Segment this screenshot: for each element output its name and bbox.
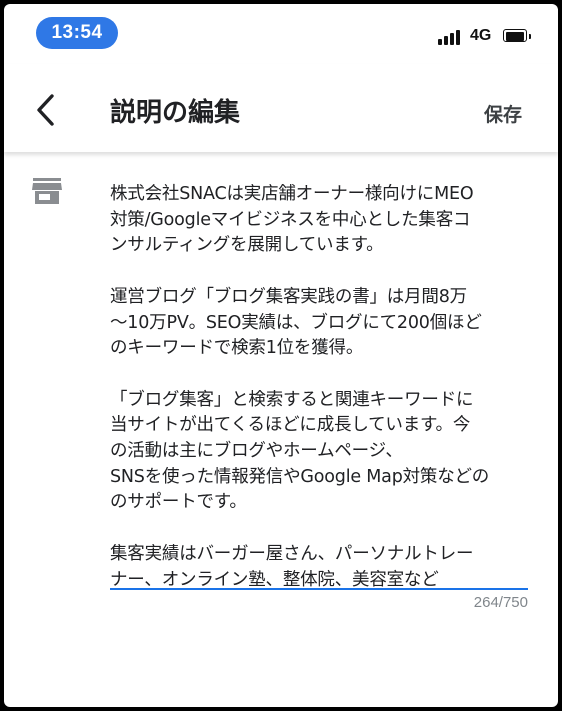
network-type: 4G [470, 27, 492, 44]
app-bar: 説明の編集 保存 [4, 64, 558, 152]
description-line: ナー、オンライン塾、整体院、美容室など [110, 569, 439, 590]
save-button[interactable]: 保存 [484, 100, 522, 127]
description-line: 当サイトが出てくるほどに成長しています。今 [110, 415, 471, 436]
description-line [110, 259, 528, 285]
description-line: のキーワードで検索1位を獲得。 [110, 338, 364, 359]
character-counter: 264/750 [473, 594, 528, 611]
description-line: 〜10万PV。SEO実績は、ブログにて200個ほど [110, 312, 482, 333]
status-time[interactable]: 13:54 [36, 17, 118, 49]
store-icon [32, 178, 62, 204]
description-line [110, 362, 528, 388]
description-textarea[interactable]: 株式会社SNACは実店舗オーナー様向けにMEO 対策/Googleマイビジネスを中… [110, 182, 528, 590]
page-title: 説明の編集 [110, 98, 241, 128]
description-line: 対策/Googleマイビジネスを中心とした集客コ [110, 209, 471, 230]
description-line: のサポートです。 [110, 492, 247, 513]
arrow-back-icon [37, 94, 54, 126]
description-line: SNSを使った情報発信やGoogle Map対策などの [110, 466, 490, 487]
battery-icon [503, 29, 531, 43]
description-line: 運営ブログ「ブログ集客実践の書」は月間8万 [110, 286, 467, 307]
description-line [110, 516, 528, 542]
status-bar: 13:54 4G [4, 4, 558, 64]
back-button[interactable] [26, 90, 66, 130]
description-line: ンサルティングを展開しています。 [110, 235, 384, 256]
cellular-signal-icon [438, 29, 464, 45]
description-text: 株式会社SNACは実店舗オーナー様向けにMEO 対策/Googleマイビジネスを中… [110, 182, 528, 593]
description-line: 集客実績はバーガー屋さん、パーソナルトレー [110, 543, 474, 564]
description-line: 「ブログ集客」と検索すると関連キーワードに [110, 389, 474, 410]
description-line: 株式会社SNACは実店舗オーナー様向けにMEO [110, 184, 474, 204]
description-editor: 株式会社SNACは実店舗オーナー様向けにMEO 対策/Googleマイビジネスを中… [4, 152, 558, 707]
phone-screen: 13:54 4G 説明の編集 保存 株式会社SNACは実店舗オーナー様向けにME… [4, 4, 558, 707]
description-line: の活動は主にブログやホームページ、 [110, 441, 403, 461]
